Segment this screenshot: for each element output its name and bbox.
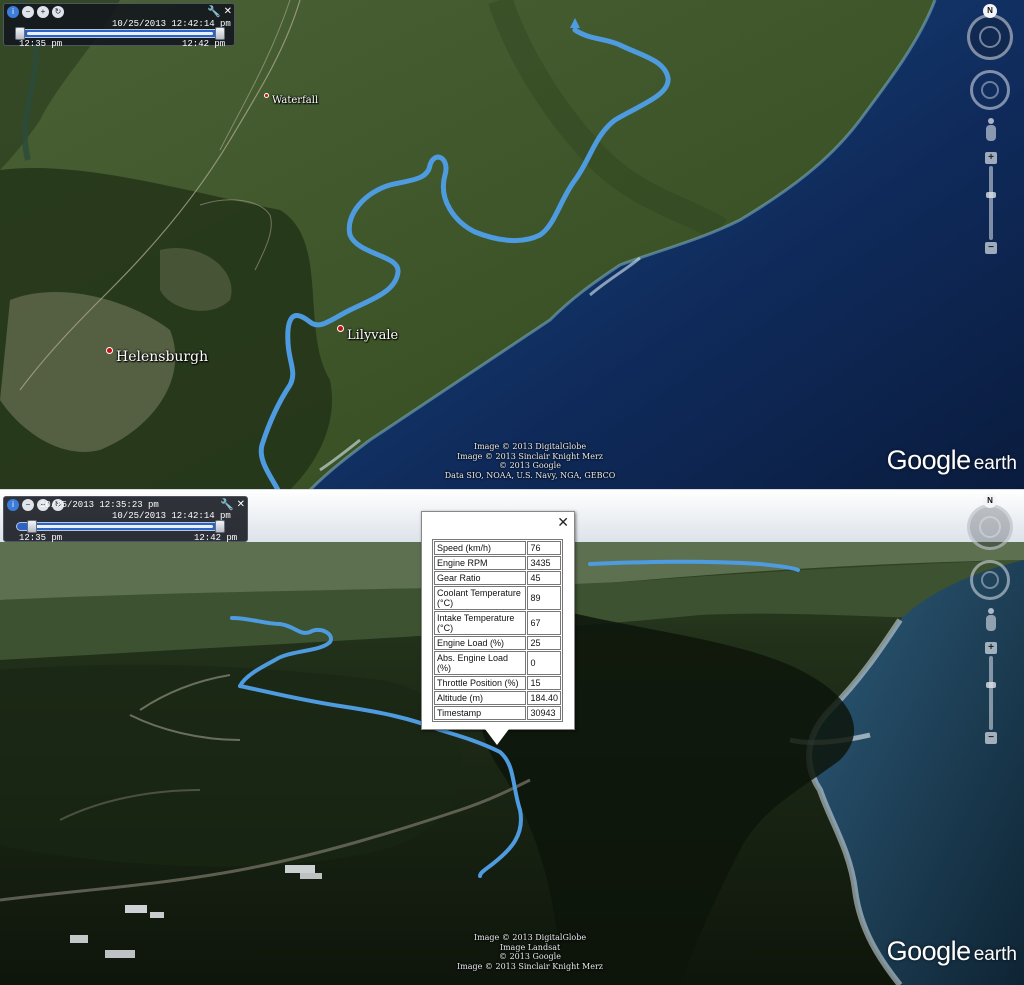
- look-joystick[interactable]: [970, 560, 1010, 600]
- zoom-knob[interactable]: [986, 682, 996, 688]
- zoom-minus-icon[interactable]: −: [985, 732, 997, 744]
- telemetry-label: Timestamp: [434, 706, 527, 720]
- satellite-terrain[interactable]: [0, 0, 1024, 490]
- time-slider-track[interactable]: [15, 27, 225, 40]
- street-view-pegman-icon[interactable]: [985, 608, 997, 634]
- info-icon[interactable]: i: [7, 499, 19, 511]
- place-lilyvale[interactable]: Lilyvale: [337, 314, 398, 343]
- zoom-minus-icon[interactable]: −: [985, 242, 997, 254]
- time-slider-end-time: 10/25/2013 12:42:14 pm: [112, 511, 231, 521]
- place-helensburgh[interactable]: Helensburgh: [106, 335, 208, 365]
- balloon-pointer: [485, 729, 509, 745]
- navigation-controls[interactable]: N + −: [964, 4, 1018, 264]
- time-slider-range-start: 12:35 pm: [19, 39, 63, 49]
- telemetry-value: 76: [527, 541, 561, 555]
- zoom-out-icon[interactable]: −: [22, 6, 34, 18]
- telemetry-label: Engine Load (%): [434, 636, 527, 650]
- telemetry-row: Abs. Engine Load (%) 0: [434, 651, 561, 675]
- wrench-icon[interactable]: 🔧: [220, 499, 234, 511]
- telemetry-label: Gear Ratio: [434, 571, 527, 585]
- place-marker-icon: [264, 93, 269, 98]
- close-icon[interactable]: ✕: [557, 515, 569, 529]
- time-slider-start-handle[interactable]: [27, 520, 37, 533]
- info-balloon: ✕ Speed (km/h) 76 Engine RPM 3435 Gear Ratio…: [421, 511, 575, 745]
- telemetry-row: Engine RPM 3435: [434, 556, 561, 570]
- telemetry-label: Abs. Engine Load (%): [434, 651, 527, 675]
- google-earth-logo: Google earth: [886, 936, 1017, 966]
- telemetry-value: 45: [527, 571, 561, 585]
- telemetry-value: 89: [527, 586, 561, 610]
- telemetry-value: 30943: [527, 706, 561, 720]
- image-attribution: Image © 2013 DigitalGlobe Image © 2013 S…: [444, 442, 616, 480]
- close-icon[interactable]: ✕: [224, 6, 232, 18]
- telemetry-label: Speed (km/h): [434, 541, 527, 555]
- telemetry-table: Speed (km/h) 76 Engine RPM 3435 Gear Ratio 45…: [432, 539, 563, 722]
- zoom-knob[interactable]: [986, 192, 996, 198]
- map-view-bottom[interactable]: i − + ↻ 🔧 ✕ 10/25/2013 12:35:23 pm 10/25…: [0, 490, 1024, 985]
- telemetry-value: 15: [527, 676, 561, 690]
- compass-ring[interactable]: [967, 14, 1013, 60]
- place-waterfall[interactable]: Waterfall: [264, 85, 318, 106]
- time-slider-end-handle[interactable]: [215, 520, 225, 533]
- zoom-out-icon[interactable]: −: [22, 499, 34, 511]
- telemetry-label: Engine RPM: [434, 556, 527, 570]
- time-slider-begin-time: 10/25/2013 12:35:23 pm: [40, 500, 159, 510]
- time-slider[interactable]: i − + ↻ 🔧 ✕ 10/25/2013 12:42:14 pm 12:35…: [3, 3, 235, 49]
- telemetry-row: Throttle Position (%) 15: [434, 676, 561, 690]
- telemetry-row: Gear Ratio 45: [434, 571, 561, 585]
- telemetry-row: Speed (km/h) 76: [434, 541, 561, 555]
- telemetry-row: Timestamp 30943: [434, 706, 561, 720]
- map-view-top[interactable]: i − + ↻ 🔧 ✕ 10/25/2013 12:42:14 pm 12:35…: [0, 0, 1024, 490]
- telemetry-value: 184.40: [527, 691, 561, 705]
- time-slider-track[interactable]: [16, 520, 225, 533]
- zoom-in-icon[interactable]: +: [37, 6, 49, 18]
- compass-ring[interactable]: [967, 504, 1013, 550]
- look-joystick[interactable]: [970, 70, 1010, 110]
- place-marker-icon: [337, 325, 344, 332]
- time-slider[interactable]: i − + ↻ 🔧 ✕ 10/25/2013 12:35:23 pm 10/25…: [3, 496, 248, 543]
- time-slider-current-time: 10/25/2013 12:42:14 pm: [112, 19, 231, 29]
- zoom-slider[interactable]: + −: [985, 152, 997, 254]
- telemetry-label: Throttle Position (%): [434, 676, 527, 690]
- close-icon[interactable]: ✕: [237, 499, 245, 511]
- north-icon[interactable]: N: [983, 4, 997, 18]
- zoom-plus-icon[interactable]: +: [985, 152, 997, 164]
- telemetry-label: Intake Temperature (°C): [434, 611, 527, 635]
- street-view-pegman-icon[interactable]: [985, 118, 997, 144]
- telemetry-row: Altitude (m) 184.40: [434, 691, 561, 705]
- telemetry-value: 3435: [527, 556, 561, 570]
- info-icon[interactable]: i: [7, 6, 19, 18]
- wrench-icon[interactable]: 🔧: [207, 6, 221, 18]
- telemetry-value: 67: [527, 611, 561, 635]
- telemetry-value: 0: [527, 651, 561, 675]
- place-marker-icon: [106, 346, 113, 354]
- telemetry-value: 25: [527, 636, 561, 650]
- time-slider-range-end: 12:42 pm: [194, 533, 238, 543]
- image-attribution: Image © 2013 DigitalGlobe Image Landsat …: [457, 933, 603, 971]
- refresh-icon[interactable]: ↻: [52, 6, 64, 18]
- telemetry-row: Engine Load (%) 25: [434, 636, 561, 650]
- telemetry-label: Altitude (m): [434, 691, 527, 705]
- google-earth-logo: Google earth: [886, 445, 1017, 475]
- telemetry-row: Intake Temperature (°C) 67: [434, 611, 561, 635]
- telemetry-row: Coolant Temperature (°C) 89: [434, 586, 561, 610]
- zoom-slider[interactable]: + −: [985, 642, 997, 744]
- zoom-plus-icon[interactable]: +: [985, 642, 997, 654]
- north-icon[interactable]: N: [983, 494, 997, 508]
- telemetry-label: Coolant Temperature (°C): [434, 586, 527, 610]
- time-slider-range-end: 12:42 pm: [182, 39, 226, 49]
- navigation-controls[interactable]: N + −: [964, 494, 1018, 754]
- time-slider-range-start: 12:35 pm: [19, 533, 63, 543]
